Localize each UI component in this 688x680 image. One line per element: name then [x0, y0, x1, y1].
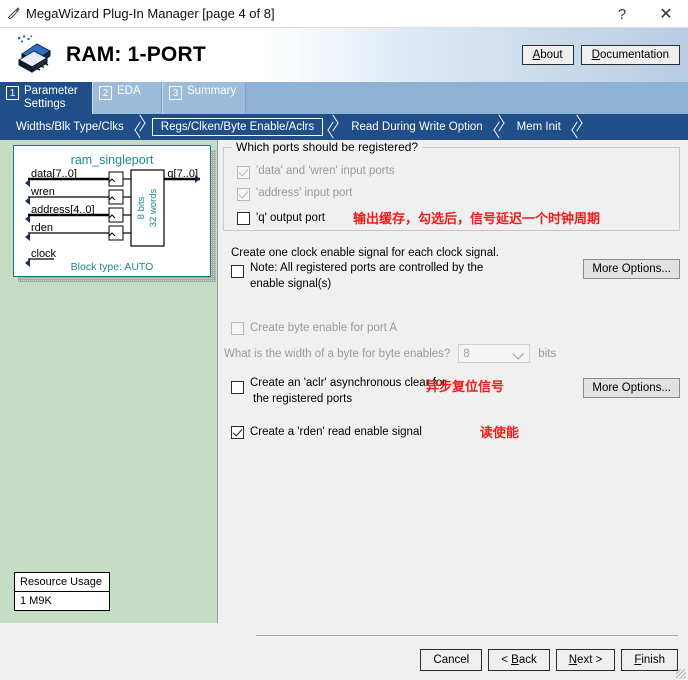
about-button[interactable]: About [521, 45, 574, 65]
aclr-annotation: 异步复位信号 [426, 379, 505, 394]
title-bar: MegaWizard Plug-In Manager [page 4 of 8]… [0, 0, 688, 28]
q-output-annotation: 输出缓存，勾选后，信号延迟一个时钟周期 [352, 211, 600, 226]
svg-text:8 bits: 8 bits [136, 196, 147, 219]
tab-summary[interactable]: 3 Summary [162, 82, 246, 114]
svg-text:wren: wren [30, 186, 55, 198]
byte-enable-label: Create byte enable for port A [250, 322, 398, 334]
byte-width-value: 8 [463, 347, 470, 360]
rden-checkbox[interactable] [231, 425, 244, 439]
byte-enable-checkbox [231, 322, 244, 335]
finish-button[interactable]: Finish [621, 649, 678, 671]
close-button[interactable]: ✕ [644, 0, 688, 28]
svg-text:ram_singleport: ram_singleport [71, 153, 154, 167]
next-button[interactable]: Next > [555, 649, 616, 671]
aclr-line2: the registered ports [253, 393, 353, 405]
q-output-checkbox[interactable] [237, 211, 250, 225]
product-header: RAM: 1-PORT About Documentation [0, 28, 688, 82]
resource-usage-value: 1 M9K [20, 595, 52, 607]
tab-label: Summary [187, 85, 237, 97]
tab-eda[interactable]: 2 EDA [92, 82, 162, 114]
data-wren-checkbox [237, 166, 250, 179]
svg-text:Block type: AUTO: Block type: AUTO [71, 261, 154, 273]
window-controls: ? ✕ [600, 0, 688, 28]
breadcrumb-item-mem-init[interactable]: Mem Init [511, 119, 567, 135]
registered-ports-row-address: 'address' input port [237, 187, 352, 201]
tab-label: EDA [117, 85, 141, 97]
byte-width-select[interactable]: 8 [458, 344, 531, 363]
clock-enable-checkbox[interactable] [231, 265, 244, 278]
header-buttons: About Documentation [521, 45, 680, 65]
resource-usage-box: Resource Usage 1 M9K [14, 572, 110, 611]
chevron-right-icon [323, 114, 345, 140]
clock-enable-line1: Create one clock enable signal for each … [231, 247, 499, 259]
svg-text:clock: clock [31, 248, 57, 260]
registered-ports-group: Which ports should be registered? 'data'… [223, 140, 680, 231]
aclr-more-options-button[interactable]: More Options... [583, 378, 680, 398]
footer-divider [256, 635, 678, 636]
block-diagram: ram_singleport 8 bits 32 words data[7..0… [13, 145, 216, 282]
tab-label: Parameter Settings [24, 85, 78, 110]
rden-annotation: 读使能 [479, 425, 519, 440]
byte-width-question: What is the width of a byte for byte ena… [224, 347, 451, 360]
aclr-checkbox[interactable] [231, 381, 244, 394]
byte-enable-row: Create byte enable for port A [231, 321, 397, 335]
clock-enable-more-options-button[interactable]: More Options... [583, 259, 680, 279]
clock-enable-line3: enable signal(s) [250, 278, 332, 290]
step-tab-strip: 1 Parameter Settings 2 EDA 3 Summary [0, 82, 688, 114]
wand-icon [0, 6, 26, 22]
page-title: RAM: 1-PORT [66, 43, 206, 66]
cancel-button[interactable]: Cancel [420, 649, 483, 671]
breadcrumb-item-widths[interactable]: Widths/Blk Type/Clks [10, 119, 130, 135]
q-output-label: 'q' output port [256, 211, 325, 224]
svg-text:address[4..0]: address[4..0] [31, 204, 95, 216]
clock-enable-line2: Note: All registered ports are controlle… [250, 262, 484, 274]
breadcrumb: Widths/Blk Type/Clks Regs/Clken/Byte Ena… [0, 114, 688, 140]
preview-panel: ram_singleport 8 bits 32 words data[7..0… [0, 140, 218, 623]
tab-number: 2 [99, 86, 112, 100]
help-button[interactable]: ? [600, 0, 644, 28]
main-content: ram_singleport 8 bits 32 words data[7..0… [0, 140, 688, 623]
svg-text:rden: rden [31, 222, 53, 234]
registered-ports-row-q[interactable]: 'q' output port 输出缓存，勾选后，信号延迟一个时钟周期 [237, 208, 600, 227]
chevron-right-icon [489, 114, 511, 140]
rden-row[interactable]: Create a 'rden' read enable signal 读使能 [231, 422, 519, 441]
options-panel: Which ports should be registered? 'data'… [218, 140, 688, 623]
documentation-button[interactable]: Documentation [580, 45, 680, 65]
data-wren-label: 'data' and 'wren' input ports [256, 165, 395, 177]
address-label: 'address' input port [256, 187, 353, 199]
svg-text:32 words: 32 words [148, 188, 159, 227]
svg-text:data[7..0]: data[7..0] [31, 168, 77, 180]
chip-logo-icon [10, 34, 56, 76]
diagram-canvas: ram_singleport 8 bits 32 words data[7..0… [13, 145, 211, 277]
byte-width-unit: bits [538, 347, 557, 360]
byte-width-row: What is the width of a byte for byte ena… [224, 344, 556, 363]
wizard-buttons: Cancel < Back Next > Finish [420, 649, 678, 671]
aclr-line1: Create an 'aclr' asynchronous clear for [250, 377, 447, 389]
breadcrumb-item-regs[interactable]: Regs/Clken/Byte Enable/Aclrs [151, 118, 324, 136]
tab-number: 3 [169, 86, 182, 100]
address-checkbox [237, 188, 250, 201]
resize-grip-icon[interactable] [676, 669, 686, 679]
back-button[interactable]: < Back [488, 649, 550, 671]
tab-number: 1 [6, 86, 19, 100]
breadcrumb-item-read-during-write[interactable]: Read During Write Option [345, 119, 488, 135]
registered-ports-legend: Which ports should be registered? [232, 140, 423, 154]
chevron-right-icon [130, 114, 152, 140]
registered-ports-row-data-wren: 'data' and 'wren' input ports [237, 165, 395, 179]
window-title: MegaWizard Plug-In Manager [page 4 of 8] [26, 6, 275, 21]
resource-usage-header: Resource Usage [15, 573, 109, 592]
chevron-right-icon [567, 114, 589, 140]
footer: Cancel < Back Next > Finish [0, 623, 688, 680]
svg-text:q[7..0]: q[7..0] [167, 168, 198, 180]
rden-label: Create a 'rden' read enable signal [250, 425, 422, 438]
tab-parameter-settings[interactable]: 1 Parameter Settings [0, 82, 92, 114]
